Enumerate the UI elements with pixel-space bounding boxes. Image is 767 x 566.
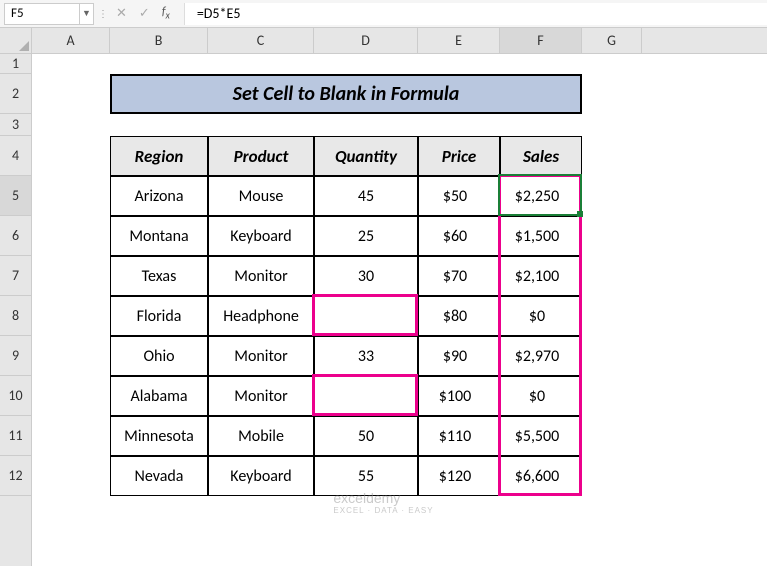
cell-price-5[interactable]: $100 bbox=[418, 376, 500, 416]
cell-quantity-5[interactable] bbox=[314, 376, 418, 416]
cell-region-4[interactable]: Ohio bbox=[110, 336, 208, 376]
fx-icon[interactable]: fx bbox=[162, 5, 170, 21]
row-header-10[interactable]: 10 bbox=[0, 376, 31, 416]
row-header-9[interactable]: 9 bbox=[0, 336, 31, 376]
cell-region-6[interactable]: Minnesota bbox=[110, 416, 208, 456]
cell-region-7[interactable]: Nevada bbox=[110, 456, 208, 496]
cell-quantity-7[interactable]: 55 bbox=[314, 456, 418, 496]
row-header-12[interactable]: 12 bbox=[0, 456, 31, 496]
cell-price-1[interactable]: $60 bbox=[418, 216, 500, 256]
cell-price-7[interactable]: $120 bbox=[418, 456, 500, 496]
name-box-value: F5 bbox=[11, 6, 24, 21]
cell-price-6[interactable]: $110 bbox=[418, 416, 500, 456]
row-header-8[interactable]: 8 bbox=[0, 296, 31, 336]
column-header-D[interactable]: D bbox=[314, 28, 418, 53]
cell-quantity-0[interactable]: 45 bbox=[314, 176, 418, 216]
column-header-G[interactable]: G bbox=[582, 28, 642, 53]
cell-product-7[interactable]: Keyboard bbox=[208, 456, 314, 496]
cell-sales-4[interactable]: $2,970 bbox=[500, 336, 582, 376]
cell-sales-6[interactable]: $5,500 bbox=[500, 416, 582, 456]
cell-region-5[interactable]: Alabama bbox=[110, 376, 208, 416]
cell-region-3[interactable]: Florida bbox=[110, 296, 208, 336]
name-box[interactable]: F5 ▼ bbox=[4, 3, 94, 25]
cell-product-0[interactable]: Mouse bbox=[208, 176, 314, 216]
confirm-icon[interactable]: ✓ bbox=[139, 6, 150, 21]
sheet-grid[interactable]: Set Cell to Blank in Formula RegionProduc… bbox=[32, 54, 767, 566]
cell-price-2[interactable]: $70 bbox=[418, 256, 500, 296]
cell-sales-1[interactable]: $1,500 bbox=[500, 216, 582, 256]
formula-bar: F5 ▼ ⋮ ✕ ✓ fx =D5*E5 bbox=[0, 0, 767, 28]
cell-region-0[interactable]: Arizona bbox=[110, 176, 208, 216]
row-header-4[interactable]: 4 bbox=[0, 136, 31, 176]
formula-bar-icons: ✕ ✓ fx bbox=[106, 5, 180, 21]
cell-region-2[interactable]: Texas bbox=[110, 256, 208, 296]
row-headers: 123456789101112 bbox=[0, 54, 32, 566]
title-cell[interactable]: Set Cell to Blank in Formula bbox=[110, 74, 582, 114]
cell-product-4[interactable]: Monitor bbox=[208, 336, 314, 376]
formula-text: =D5*E5 bbox=[197, 5, 241, 22]
cell-quantity-3[interactable] bbox=[314, 296, 418, 336]
cell-product-3[interactable]: Headphone bbox=[208, 296, 314, 336]
cell-product-1[interactable]: Keyboard bbox=[208, 216, 314, 256]
select-all-corner[interactable] bbox=[0, 28, 32, 54]
cell-region-1[interactable]: Montana bbox=[110, 216, 208, 256]
cell-quantity-2[interactable]: 30 bbox=[314, 256, 418, 296]
column-header-C[interactable]: C bbox=[208, 28, 314, 53]
header-region[interactable]: Region bbox=[110, 136, 208, 176]
row-header-11[interactable]: 11 bbox=[0, 416, 31, 456]
cell-sales-5[interactable]: $0 bbox=[500, 376, 582, 416]
column-headers: ABCDEFG bbox=[32, 28, 767, 54]
cell-sales-3[interactable]: $0 bbox=[500, 296, 582, 336]
cell-product-5[interactable]: Monitor bbox=[208, 376, 314, 416]
cell-sales-0[interactable]: $2,250 bbox=[500, 176, 582, 216]
cell-sales-2[interactable]: $2,100 bbox=[500, 256, 582, 296]
cell-quantity-4[interactable]: 33 bbox=[314, 336, 418, 376]
cell-price-4[interactable]: $90 bbox=[418, 336, 500, 376]
cancel-icon[interactable]: ✕ bbox=[116, 6, 127, 21]
row-header-1[interactable]: 1 bbox=[0, 54, 31, 74]
cell-product-6[interactable]: Mobile bbox=[208, 416, 314, 456]
row-header-7[interactable]: 7 bbox=[0, 256, 31, 296]
cell-price-3[interactable]: $80 bbox=[418, 296, 500, 336]
row-header-3[interactable]: 3 bbox=[0, 114, 31, 136]
cell-price-0[interactable]: $50 bbox=[418, 176, 500, 216]
header-product[interactable]: Product bbox=[208, 136, 314, 176]
column-header-B[interactable]: B bbox=[110, 28, 208, 53]
column-header-E[interactable]: E bbox=[418, 28, 500, 53]
cell-product-2[interactable]: Monitor bbox=[208, 256, 314, 296]
row-header-2[interactable]: 2 bbox=[0, 74, 31, 114]
row-header-6[interactable]: 6 bbox=[0, 216, 31, 256]
column-header-F[interactable]: F bbox=[500, 28, 582, 53]
column-header-A[interactable]: A bbox=[32, 28, 110, 53]
header-sales[interactable]: Sales bbox=[500, 136, 582, 176]
formula-input[interactable]: =D5*E5 bbox=[184, 3, 767, 25]
row-header-5[interactable]: 5 bbox=[0, 176, 31, 216]
cell-quantity-6[interactable]: 50 bbox=[314, 416, 418, 456]
header-price[interactable]: Price bbox=[418, 136, 500, 176]
name-box-dropdown-icon[interactable]: ▼ bbox=[79, 4, 93, 24]
cell-quantity-1[interactable]: 25 bbox=[314, 216, 418, 256]
header-quantity[interactable]: Quantity bbox=[314, 136, 418, 176]
cell-sales-7[interactable]: $6,600 bbox=[500, 456, 582, 496]
